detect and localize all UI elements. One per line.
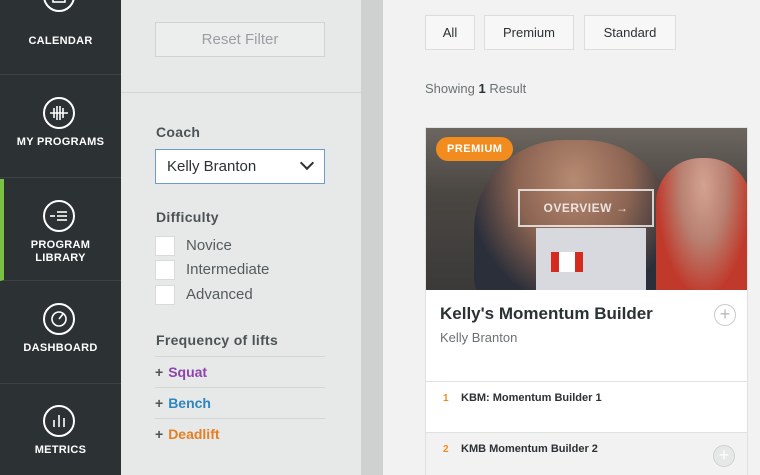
- main-content: All Premium Standard Showing 1 Result PR…: [383, 0, 760, 475]
- coach-select[interactable]: Kelly Branton: [155, 149, 325, 184]
- program-title[interactable]: Kelly's Momentum Builder: [440, 304, 653, 324]
- week-name: KMB Momentum Builder 2: [461, 443, 598, 455]
- chevron-down-icon: [299, 155, 315, 171]
- checkbox-label: Advanced: [186, 286, 253, 303]
- nav-item-metrics[interactable]: METRICS: [0, 385, 121, 475]
- nav-item-dashboard[interactable]: DASHBOARD: [0, 282, 121, 384]
- arrow-right-icon: →: [615, 201, 629, 215]
- checkbox-label: Novice: [186, 237, 232, 254]
- premium-badge: PREMIUM: [436, 137, 514, 161]
- difficulty-title: Difficulty: [156, 209, 219, 225]
- bar-chart-icon: [43, 405, 75, 437]
- coach-title: Coach: [156, 124, 201, 140]
- calendar-icon: [43, 0, 75, 12]
- program-coach: Kelly Branton: [440, 330, 518, 345]
- lift-label: Deadlift: [168, 426, 220, 442]
- program-hero-image[interactable]: PREMIUM OVERVIEW →: [426, 128, 747, 290]
- lift-label: Bench: [168, 395, 211, 411]
- filter-header: Reset Filter: [121, 0, 361, 93]
- lift-label: Squat: [168, 364, 208, 380]
- nav-item-calendar[interactable]: CALENDAR: [0, 0, 121, 75]
- nav-label-metrics: METRICS: [34, 444, 87, 456]
- nav-item-my-programs[interactable]: MY PROGRAMS: [0, 76, 121, 178]
- tab-all[interactable]: All: [425, 15, 475, 50]
- plus-icon: +: [155, 426, 164, 442]
- lift-filter-deadlift[interactable]: + Deadlift: [155, 418, 325, 449]
- filter-panel: Reset Filter Coach Kelly Branton Difficu…: [121, 0, 361, 475]
- checkbox[interactable]: [155, 285, 175, 305]
- nav-label-program-library: PROGRAM LIBRARY: [30, 239, 91, 264]
- gauge-icon: [43, 303, 75, 335]
- tab-premium[interactable]: Premium: [484, 15, 574, 50]
- checkbox[interactable]: [155, 260, 175, 280]
- plus-icon: +: [155, 364, 164, 380]
- add-week-button[interactable]: +: [713, 445, 735, 467]
- panel-divider: [361, 0, 383, 475]
- nav-label-my-programs: MY PROGRAMS: [16, 136, 105, 148]
- plus-icon: +: [155, 395, 164, 411]
- nav-label-calendar: CALENDAR: [28, 35, 93, 47]
- frequency-title: Frequency of lifts: [156, 332, 279, 348]
- nav-label-dashboard: DASHBOARD: [23, 342, 98, 354]
- lift-filter-bench[interactable]: + Bench: [155, 387, 325, 418]
- week-number: 2: [443, 444, 449, 455]
- add-program-button[interactable]: +: [714, 304, 736, 326]
- week-number: 1: [443, 393, 449, 404]
- coach-select-value: Kelly Branton: [167, 158, 257, 175]
- checkbox-label: Intermediate: [186, 261, 270, 278]
- lift-filter-squat[interactable]: + Squat: [155, 356, 325, 387]
- checkbox[interactable]: [155, 236, 175, 256]
- week-name: KBM: Momentum Builder 1: [461, 392, 602, 404]
- program-week-row[interactable]: 1 KBM: Momentum Builder 1: [426, 381, 747, 432]
- reset-filter-button[interactable]: Reset Filter: [155, 22, 325, 57]
- program-week-row[interactable]: 2 KMB Momentum Builder 2 +: [426, 432, 747, 475]
- library-icon: [43, 200, 75, 232]
- result-count: Showing 1 Result: [425, 81, 527, 96]
- main-nav: CALENDAR MY PROGRAMS PROGRAM LIBRARY DAS…: [0, 0, 121, 475]
- program-icon: [43, 97, 75, 129]
- flag-icon: [551, 252, 583, 272]
- program-card[interactable]: PREMIUM OVERVIEW → Kelly's Momentum Build…: [425, 127, 748, 475]
- overview-button[interactable]: OVERVIEW →: [518, 189, 654, 227]
- nav-item-program-library[interactable]: PROGRAM LIBRARY: [0, 179, 121, 281]
- tab-standard[interactable]: Standard: [584, 15, 676, 50]
